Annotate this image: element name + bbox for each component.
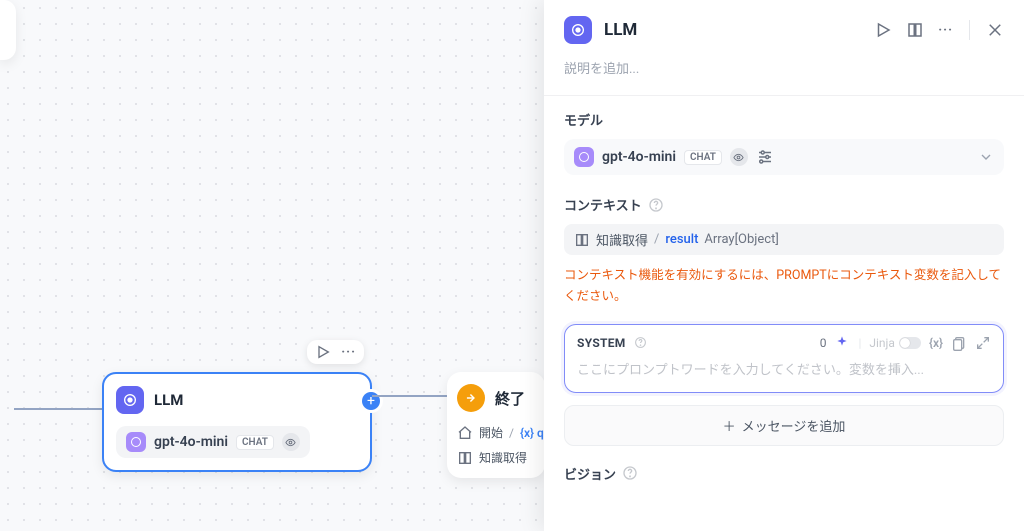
- panel-title[interactable]: LLM: [604, 20, 637, 40]
- sliders-icon[interactable]: [756, 148, 774, 166]
- end-output-row: 開始 / {x} q: [457, 424, 535, 441]
- llm-icon: [564, 16, 592, 44]
- help-icon[interactable]: [648, 197, 664, 213]
- node-llm[interactable]: ··· LLM gpt-4o-mini CHAT +: [102, 372, 372, 472]
- sparkle-icon[interactable]: [834, 335, 850, 351]
- llm-icon: [116, 386, 144, 414]
- end-icon: [457, 384, 485, 412]
- node-title: LLM: [154, 391, 183, 409]
- node-end[interactable]: 終了 開始 / {x} q 知識取得: [447, 372, 545, 478]
- insert-variable-button[interactable]: {x}: [929, 336, 943, 350]
- jinja-toggle[interactable]: Jinja: [869, 336, 921, 350]
- close-button[interactable]: [986, 21, 1004, 39]
- node-toolbar: ···: [307, 340, 364, 364]
- system-prompt-box: SYSTEM 0 | Jinja {x} ここにプロンプトワードを入力してくださ…: [564, 324, 1004, 393]
- description-input[interactable]: 説明を追加...: [564, 58, 1004, 77]
- model-selector[interactable]: gpt-4o-mini CHAT: [564, 139, 1004, 175]
- node-title: 終了: [495, 388, 525, 409]
- toggle-icon: [899, 337, 921, 349]
- model-name: gpt-4o-mini: [154, 434, 228, 450]
- section-label-model: モデル: [564, 110, 1004, 129]
- context-warning: コンテキスト機能を有効にするには、PROMPTにコンテキスト変数を記入してくださ…: [564, 265, 1004, 308]
- clipboard-icon[interactable]: [951, 335, 967, 351]
- openai-icon: [574, 147, 594, 167]
- context-variable-chip[interactable]: 知識取得 / result Array[Object]: [564, 224, 1004, 255]
- model-name: gpt-4o-mini: [602, 149, 676, 165]
- run-button[interactable]: [874, 21, 892, 39]
- char-count: 0: [820, 336, 827, 350]
- section-label-context: コンテキスト: [564, 195, 1004, 214]
- chevron-down-icon: [978, 149, 994, 165]
- prompt-role-label: SYSTEM: [577, 336, 626, 350]
- home-icon: [457, 425, 473, 441]
- model-mode-badge: CHAT: [684, 150, 722, 165]
- node-more-button[interactable]: ···: [341, 345, 356, 360]
- node-model-chip[interactable]: gpt-4o-mini CHAT: [116, 426, 310, 458]
- section-label-vision: ビジョン: [564, 464, 1004, 483]
- help-icon[interactable]: [622, 465, 638, 481]
- system-prompt-input[interactable]: ここにプロンプトワードを入力してください。変数を挿入...: [577, 359, 991, 378]
- edge: [14, 408, 102, 410]
- expand-icon[interactable]: [975, 335, 991, 351]
- eye-icon[interactable]: [282, 433, 300, 451]
- run-node-button[interactable]: [315, 344, 331, 360]
- divider: [544, 95, 1024, 96]
- openai-icon: [126, 432, 146, 452]
- model-mode-badge: CHAT: [236, 435, 274, 450]
- edge: [372, 395, 447, 397]
- end-output-row: 知識取得: [457, 449, 535, 466]
- more-button[interactable]: ···: [938, 23, 953, 38]
- book-icon: [574, 232, 590, 248]
- eye-icon[interactable]: [730, 148, 748, 166]
- add-message-button[interactable]: ＋メッセージを追加: [564, 405, 1004, 446]
- docs-button[interactable]: [906, 21, 924, 39]
- prev-node-edge-stub: [0, 0, 16, 60]
- config-panel: LLM ··· 説明を追加... モデル gpt-4o-mini CHAT: [544, 0, 1024, 531]
- book-icon: [457, 450, 473, 466]
- help-icon[interactable]: [634, 336, 647, 349]
